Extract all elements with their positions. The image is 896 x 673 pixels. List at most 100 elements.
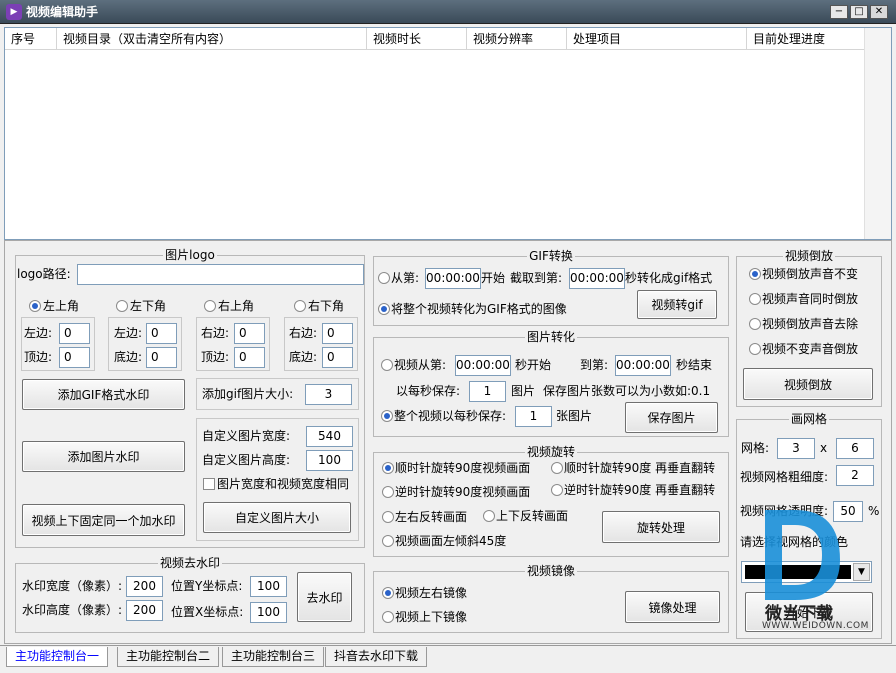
tab-console-3[interactable]: 主功能控制台三 xyxy=(222,647,325,667)
position-y-label: 位置Y坐标点: xyxy=(171,579,243,593)
gif-range-radio[interactable] xyxy=(378,272,390,284)
bl-left-input[interactable]: 0 xyxy=(146,323,177,344)
logo-path-label: logo路径: xyxy=(17,267,71,281)
tab-console-1[interactable]: 主功能控制台一 xyxy=(6,647,109,667)
br-right-input[interactable]: 0 xyxy=(322,323,353,344)
bottom-left-label: 左下角 xyxy=(130,299,167,313)
rotate-cw-flip-label: 顺时针旋转90度 再垂直翻转 xyxy=(564,461,716,475)
reverse-mute-label: 视频倒放声音去除 xyxy=(762,317,859,331)
rotate-ccw-radio[interactable] xyxy=(382,486,394,498)
custom-size-button[interactable]: 自定义图片大小 xyxy=(203,502,351,533)
close-button[interactable]: ✕ xyxy=(870,5,888,19)
grid-cols-input[interactable]: 6 xyxy=(836,438,874,459)
gif-size-input[interactable]: 3 xyxy=(305,384,352,405)
flip-lr-radio[interactable] xyxy=(382,511,394,523)
custom-width-input[interactable]: 540 xyxy=(306,426,353,447)
reverse-audio-only-radio[interactable] xyxy=(749,343,761,355)
gif-whole-radio[interactable] xyxy=(378,303,390,315)
list-scrollbar[interactable] xyxy=(864,28,891,239)
tl-top-label: 顶边: xyxy=(24,350,53,364)
column-header-resolution[interactable]: 视频分辨率 xyxy=(467,28,567,50)
watermark-height-input[interactable]: 200 xyxy=(126,600,163,621)
column-header-directory[interactable]: 视频目录（双击清空所有内容） xyxy=(57,28,367,50)
rotate-cw-label: 顺时针旋转90度视频画面 xyxy=(395,461,531,475)
flip-ud-label: 上下反转画面 xyxy=(496,509,569,523)
br-right-label: 右边: xyxy=(289,326,318,340)
pic-from-label: 视频从第: xyxy=(394,358,447,372)
column-header-progress[interactable]: 目前处理进度 xyxy=(747,28,865,50)
tr-top-input[interactable]: 0 xyxy=(234,347,265,368)
gif-sec-to-label: 秒转化成gif格式 xyxy=(625,271,713,285)
grid-rows-input[interactable]: 3 xyxy=(777,438,815,459)
pic-whole-radio[interactable] xyxy=(381,410,393,422)
gif-end-time-input[interactable]: 00:00:00 xyxy=(569,268,625,289)
pic-pics2-label: 张图片 xyxy=(556,409,593,423)
position-x-input[interactable]: 100 xyxy=(250,602,287,623)
gif-size-label: 添加gif图片大小: xyxy=(202,387,294,401)
mirror-ud-radio[interactable] xyxy=(382,611,394,623)
top-right-radio[interactable] xyxy=(204,300,216,312)
watermark-width-label: 水印宽度（像素）: xyxy=(22,579,123,593)
gif-start-time-input[interactable]: 00:00:00 xyxy=(425,268,481,289)
grid-thickness-input[interactable]: 2 xyxy=(836,465,874,486)
position-y-input[interactable]: 100 xyxy=(250,576,287,597)
bottom-left-radio[interactable] xyxy=(116,300,128,312)
video-to-gif-button[interactable]: 视频转gif xyxy=(637,290,717,319)
mirror-ud-label: 视频上下镜像 xyxy=(395,610,468,624)
rotate-cw-radio[interactable] xyxy=(382,462,394,474)
custom-height-input[interactable]: 100 xyxy=(306,450,353,471)
minimize-button[interactable]: − xyxy=(830,5,848,19)
reverse-mute-radio[interactable] xyxy=(749,318,761,330)
top-left-radio[interactable] xyxy=(29,300,41,312)
br-bottom-input[interactable]: 0 xyxy=(322,347,353,368)
bottom-right-label: 右下角 xyxy=(308,299,345,313)
flip-ud-radio[interactable] xyxy=(483,510,495,522)
bl-bottom-label: 底边: xyxy=(114,350,143,364)
pic-note-label: 保存图片张数可以为小数如:0.1 xyxy=(543,384,711,398)
add-gif-watermark-button[interactable]: 添加GIF格式水印 xyxy=(22,379,185,410)
mirror-button[interactable]: 镜像处理 xyxy=(625,591,720,623)
top-right-label: 右上角 xyxy=(218,299,255,313)
gif-from-label: 从第: xyxy=(391,271,420,285)
pic-per-sec-input[interactable]: 1 xyxy=(469,381,506,402)
pic-start-time-input[interactable]: 00:00:00 xyxy=(455,355,511,376)
custom-height-label: 自定义图片高度: xyxy=(202,453,291,467)
tl-left-input[interactable]: 0 xyxy=(59,323,90,344)
reverse-button[interactable]: 视频倒放 xyxy=(743,368,873,400)
remove-watermark-button[interactable]: 去水印 xyxy=(297,572,352,622)
tab-console-2[interactable]: 主功能控制台二 xyxy=(117,647,220,667)
pic-whole-input[interactable]: 1 xyxy=(515,406,552,427)
rotate-ccw-flip-radio[interactable] xyxy=(551,484,563,496)
same-width-label: 图片宽度和视频宽度相同 xyxy=(217,477,350,491)
logo-path-input[interactable] xyxy=(77,264,364,285)
save-picture-button[interactable]: 保存图片 xyxy=(625,402,718,433)
same-width-checkbox[interactable] xyxy=(203,478,215,490)
custom-width-label: 自定义图片宽度: xyxy=(202,429,291,443)
grid-x-label: x xyxy=(820,441,828,455)
fixed-watermark-button[interactable]: 视频上下固定同一个加水印 xyxy=(22,504,185,536)
reverse-keep-audio-radio[interactable] xyxy=(749,268,761,280)
reverse-audio-too-radio[interactable] xyxy=(749,293,761,305)
bl-bottom-input[interactable]: 0 xyxy=(146,347,177,368)
tab-douyin-download[interactable]: 抖音去水印下载 xyxy=(325,647,428,667)
column-header-index[interactable]: 序号 xyxy=(5,28,57,50)
mirror-lr-radio[interactable] xyxy=(382,587,394,599)
tl-top-input[interactable]: 0 xyxy=(59,347,90,368)
pic-sec-start-label: 秒开始 xyxy=(515,358,552,372)
bottom-right-radio[interactable] xyxy=(294,300,306,312)
pic-range-radio[interactable] xyxy=(381,359,393,371)
add-image-watermark-button[interactable]: 添加图片水印 xyxy=(22,441,185,472)
tilt-radio[interactable] xyxy=(382,535,394,547)
pic-end-time-input[interactable]: 00:00:00 xyxy=(615,355,671,376)
video-list[interactable]: 序号 视频目录（双击清空所有内容） 视频时长 视频分辨率 处理项目 目前处理进度 xyxy=(4,27,892,240)
maximize-button[interactable]: □ xyxy=(850,5,868,19)
rotate-button[interactable]: 旋转处理 xyxy=(602,511,720,543)
site-watermark: 微当下载 WWW.WEIDOWN.COM xyxy=(740,505,890,640)
rotate-cw-flip-radio[interactable] xyxy=(551,462,563,474)
watermark-width-input[interactable]: 200 xyxy=(126,576,163,597)
reverse-audio-too-label: 视频声音同时倒放 xyxy=(762,292,859,306)
tr-right-input[interactable]: 0 xyxy=(234,323,265,344)
grid-label: 网格: xyxy=(741,441,770,455)
column-header-duration[interactable]: 视频时长 xyxy=(367,28,467,50)
column-header-task[interactable]: 处理项目 xyxy=(567,28,747,50)
